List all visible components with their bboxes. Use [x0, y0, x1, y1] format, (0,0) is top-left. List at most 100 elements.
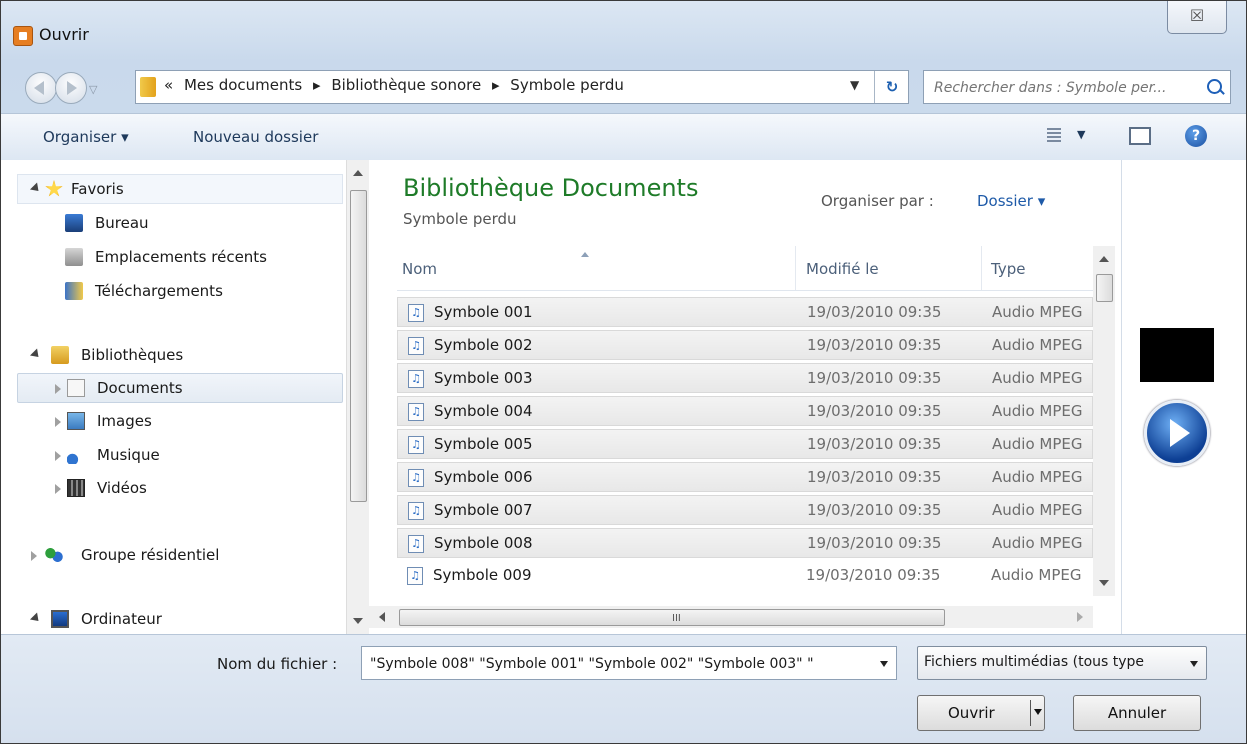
expand-arrow-icon[interactable] [29, 612, 43, 625]
breadcrumb-overflow[interactable]: « [164, 76, 173, 94]
address-bar[interactable]: « Mes documents ▸ Bibliothèque sonore ▸ … [135, 70, 909, 104]
expand-arrow-icon[interactable] [29, 348, 43, 361]
scroll-up-arrow-icon[interactable] [353, 170, 363, 176]
file-row[interactable]: ♫ Symbole 009 19/03/2010 09:35 Audio MPEG [397, 561, 1093, 591]
file-name: Symbole 001 [434, 303, 533, 321]
sort-ascending-icon [581, 252, 589, 257]
file-list-horizontal-scrollbar[interactable]: III [369, 606, 1093, 628]
close-button[interactable]: ☒ [1167, 1, 1227, 34]
cancel-button[interactable]: Annuler [1073, 695, 1201, 731]
scrollbar-thumb[interactable]: III [399, 609, 945, 626]
library-subtitle: Symbole perdu [403, 210, 517, 228]
view-dropdown-icon[interactable]: ▼ [1077, 128, 1085, 141]
breadcrumb-symbole-perdu[interactable]: Symbole perdu [510, 76, 624, 94]
recent-pages-chevron-icon[interactable]: ▽ [89, 83, 97, 96]
address-dropdown-icon[interactable]: ▼ [850, 78, 859, 92]
breadcrumb-separator-icon[interactable]: ▸ [313, 76, 321, 94]
file-name: Symbole 008 [434, 534, 533, 552]
nav-telechargements[interactable]: Téléchargements [1, 276, 341, 306]
preview-pane [1121, 160, 1246, 634]
file-row[interactable]: ♫ Symbole 007 19/03/2010 09:35 Audio MPEG [397, 495, 1093, 525]
chevron-down-icon[interactable] [1190, 661, 1198, 667]
collapsed-arrow-icon[interactable] [55, 484, 61, 494]
library-title: Bibliothèque Documents [403, 174, 699, 202]
back-arrow-icon[interactable] [25, 72, 57, 104]
file-list-vertical-scrollbar[interactable] [1093, 246, 1115, 596]
breadcrumb-mes-documents[interactable]: Mes documents [184, 76, 302, 94]
filename-combobox[interactable] [361, 646, 897, 680]
file-row[interactable]: ♫ Symbole 004 19/03/2010 09:35 Audio MPEG [397, 396, 1093, 426]
search-input[interactable] [932, 76, 1196, 100]
search-icon[interactable] [1207, 79, 1222, 94]
column-divider[interactable] [981, 246, 982, 290]
column-header-modified[interactable]: Modifié le [806, 260, 879, 278]
file-type: Audio MPEG [992, 303, 1083, 321]
collapsed-arrow-icon[interactable] [55, 417, 61, 427]
column-header-type[interactable]: Type [991, 260, 1025, 278]
file-row[interactable]: ♫ Symbole 001 19/03/2010 09:35 Audio MPEG [397, 297, 1093, 327]
nav-videos[interactable]: Vidéos [1, 473, 341, 503]
collapsed-arrow-icon[interactable] [55, 451, 61, 461]
scrollbar-thumb[interactable] [1096, 274, 1113, 302]
window-title: Ouvrir [39, 25, 89, 44]
scroll-down-arrow-icon[interactable] [353, 618, 363, 624]
scrollbar-thumb[interactable] [350, 190, 367, 502]
audio-file-icon: ♫ [408, 535, 424, 553]
file-row[interactable]: ♫ Symbole 006 19/03/2010 09:35 Audio MPEG [397, 462, 1093, 492]
scroll-down-arrow-icon[interactable] [1099, 580, 1109, 586]
nav-groupe-residentiel[interactable]: Groupe résidentiel [1, 540, 341, 570]
nav-bureau[interactable]: Bureau [1, 208, 341, 238]
documents-icon [67, 379, 85, 397]
nav-musique[interactable]: Musique [1, 440, 341, 470]
breadcrumb-separator-icon[interactable]: ▸ [492, 76, 500, 94]
file-row[interactable]: ♫ Symbole 003 19/03/2010 09:35 Audio MPEG [397, 363, 1093, 393]
search-box[interactable] [923, 70, 1231, 104]
title-bar: Ouvrir ☒ [1, 1, 1246, 61]
scroll-up-arrow-icon[interactable] [1099, 256, 1109, 262]
nav-documents[interactable]: Documents [1, 373, 341, 403]
file-name: Symbole 006 [434, 468, 533, 486]
scroll-right-arrow-icon[interactable] [1077, 612, 1083, 622]
audio-file-icon: ♫ [408, 469, 424, 487]
new-folder-button[interactable]: Nouveau dossier [193, 128, 318, 146]
arrange-by-dropdown[interactable]: Dossier ▾ [977, 192, 1045, 210]
nav-documents-label: Documents [97, 379, 183, 397]
filename-input[interactable] [368, 651, 872, 677]
file-modified: 19/03/2010 09:35 [807, 336, 942, 354]
file-name: Symbole 009 [433, 566, 532, 584]
open-options-chevron-icon[interactable] [1034, 709, 1042, 715]
file-row[interactable]: ♫ Symbole 008 19/03/2010 09:35 Audio MPEG [397, 528, 1093, 558]
nav-recents[interactable]: Emplacements récents [1, 242, 341, 272]
breadcrumb-bibliotheque-sonore[interactable]: Bibliothèque sonore [331, 76, 481, 94]
open-button[interactable]: Ouvrir [917, 695, 1045, 731]
column-divider[interactable] [795, 246, 796, 290]
navigation-pane-scrollbar[interactable] [346, 160, 369, 634]
organiser-button[interactable]: Organiser ▾ [43, 128, 129, 146]
nav-favoris[interactable]: Favoris [1, 174, 341, 204]
audio-file-icon: ♫ [408, 304, 424, 322]
nav-ordinateur[interactable]: Ordinateur [1, 604, 341, 634]
file-row[interactable]: ♫ Symbole 002 19/03/2010 09:35 Audio MPEG [397, 330, 1093, 360]
nav-images[interactable]: Images [1, 406, 341, 436]
expand-arrow-icon[interactable] [29, 182, 43, 195]
music-note-icon [67, 446, 85, 464]
audio-file-icon: ♫ [408, 403, 424, 421]
help-icon[interactable]: ? [1185, 125, 1207, 147]
refresh-icon[interactable]: ↻ [874, 71, 909, 103]
collapsed-arrow-icon[interactable] [55, 384, 61, 394]
preview-pane-icon[interactable] [1129, 127, 1151, 145]
dialog-footer: Nom du fichier : Fichiers multimédias (t… [1, 634, 1246, 743]
file-row[interactable]: ♫ Symbole 005 19/03/2010 09:35 Audio MPEG [397, 429, 1093, 459]
nav-images-label: Images [97, 412, 152, 430]
nav-bibliotheques[interactable]: Bibliothèques [1, 340, 341, 370]
play-icon[interactable] [1144, 400, 1210, 466]
collapsed-arrow-icon[interactable] [31, 551, 37, 561]
nav-videos-label: Vidéos [97, 479, 147, 497]
chevron-down-icon[interactable] [880, 661, 888, 667]
scroll-left-arrow-icon[interactable] [379, 612, 385, 622]
column-header-name[interactable]: Nom [402, 260, 437, 278]
file-type: Audio MPEG [992, 402, 1083, 420]
forward-arrow-icon[interactable] [55, 72, 87, 104]
file-type-filter[interactable]: Fichiers multimédias (tous type [917, 646, 1207, 680]
view-options-icon[interactable] [1047, 128, 1061, 142]
